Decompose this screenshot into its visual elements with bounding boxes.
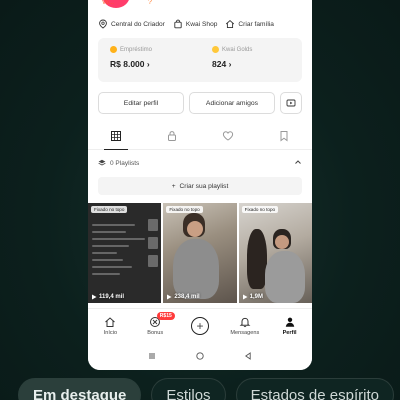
menu-icon[interactable]	[147, 351, 157, 361]
creator-center-link[interactable]: Central do Criador	[98, 19, 165, 29]
category-chips: Em destaque Estilos Estados de espírito	[18, 378, 394, 400]
pinned-label: Fixado no topo	[91, 206, 128, 213]
quick-links: Central do Criador Kwai Shop Criar famíl…	[88, 14, 312, 34]
play-box-icon	[286, 99, 296, 107]
kwai-shop-label: Kwai Shop	[185, 20, 218, 28]
tab-likes[interactable]	[200, 122, 256, 149]
location-pin-icon	[99, 19, 107, 29]
playlist-stack-icon	[98, 159, 106, 166]
wallet-card: Empréstimo R$ 8.000 › Kwai Golds 824 ›	[98, 38, 302, 82]
creator-center-label: Central do Criador	[111, 20, 165, 28]
gold-coin-icon	[212, 46, 219, 53]
nav-messages[interactable]: Mensagens	[222, 309, 267, 342]
home-icon	[105, 316, 116, 327]
kwai-golds-section[interactable]: Kwai Golds 824 ›	[200, 38, 302, 82]
help-icon[interactable]: ?	[148, 0, 152, 6]
content-tabs	[88, 122, 312, 150]
play-icon	[92, 294, 97, 300]
add-friends-button[interactable]: Adicionar amigos	[189, 92, 275, 114]
pinned-label: Fixado no topo	[166, 206, 203, 213]
view-count: 1,9M	[242, 294, 263, 300]
home-circle-icon[interactable]	[195, 351, 205, 361]
create-playlist-button[interactable]: + Criar sua playlist	[98, 177, 302, 195]
nav-bonus[interactable]: R$15 Bonus	[133, 309, 178, 342]
loan-label: Empréstimo	[120, 46, 153, 53]
bottom-nav: Início R$15 Bonus + Mensagens Perfil	[88, 308, 312, 342]
chip-featured[interactable]: Em destaque	[18, 378, 142, 400]
profile-actions: Editar perfil Adicionar amigos	[98, 92, 302, 114]
kwai-golds-value: 824	[212, 59, 227, 69]
grid-icon	[111, 130, 121, 141]
chip-styles[interactable]: Estilos	[151, 378, 226, 400]
profile-header-top: Vo... ?	[88, 0, 312, 12]
back-icon[interactable]	[243, 351, 253, 361]
kwai-golds-label: Kwai Golds	[222, 46, 253, 53]
pinned-label: Fixado no topo	[241, 206, 279, 213]
nav-home-label: Início	[103, 329, 118, 336]
nav-profile-label: Perfil	[282, 329, 297, 336]
system-navigation	[88, 342, 312, 370]
plus-icon: +	[190, 316, 209, 335]
video-tile[interactable]: Fixado no topo 238,4 mil	[163, 203, 237, 303]
view-count: 119,4 mil	[91, 294, 124, 300]
coin-icon	[110, 46, 117, 53]
playlists-count: 0 Playlists	[110, 159, 140, 167]
shop-bag-icon	[174, 19, 182, 29]
heart-icon	[222, 130, 234, 141]
nav-home[interactable]: Início	[88, 309, 133, 342]
person-thumbnail	[246, 229, 267, 289]
nav-profile[interactable]: Perfil	[267, 309, 312, 342]
chevron-right-icon: ›	[228, 59, 232, 69]
tab-private[interactable]	[144, 122, 200, 149]
kwai-shop-link[interactable]: Kwai Shop	[173, 19, 218, 29]
tab-grid[interactable]	[88, 122, 144, 150]
view-count: 238,4 mil	[166, 294, 200, 300]
plus-icon: +	[171, 182, 176, 190]
create-playlist-label: Criar sua playlist	[179, 182, 229, 190]
bonus-badge: R$15	[156, 312, 175, 320]
loan-section[interactable]: Empréstimo R$ 8.000 ›	[98, 38, 200, 82]
lock-icon	[168, 130, 176, 141]
video-button[interactable]	[280, 92, 302, 114]
video-tile[interactable]: Fixado no topo 119,4 mil	[88, 203, 162, 303]
person-icon	[285, 317, 294, 327]
play-icon	[167, 294, 172, 300]
bookmark-icon	[280, 130, 288, 142]
nav-create[interactable]: +	[178, 309, 223, 342]
chip-moods[interactable]: Estados de espírito	[235, 378, 394, 400]
nav-messages-label: Mensagens	[230, 329, 260, 336]
tab-saved[interactable]	[256, 122, 312, 149]
video-grid: Fixado no topo 119,4 mil Fixado no topo …	[88, 203, 312, 303]
nav-bonus-label: Bonus	[147, 329, 164, 336]
chevron-up-icon[interactable]	[294, 158, 302, 168]
loan-value: R$ 8.000	[110, 59, 145, 69]
video-thumbnail-list	[92, 219, 154, 280]
video-tile[interactable]: Fixado no topo 1,9M	[238, 203, 312, 303]
username: Vo...	[102, 0, 115, 6]
edit-profile-button[interactable]: Editar perfil	[98, 92, 184, 114]
phone-screen: Vo... ? Central do Criador Kwai Shop Cri…	[88, 0, 312, 370]
bell-icon	[239, 317, 251, 327]
create-family-label: Criar família	[238, 20, 274, 28]
play-icon	[242, 294, 248, 300]
playlists-header[interactable]: 0 Playlists	[98, 156, 302, 170]
house-icon	[226, 19, 235, 29]
chevron-right-icon: ›	[146, 59, 150, 69]
create-family-link[interactable]: Criar família	[225, 19, 274, 29]
